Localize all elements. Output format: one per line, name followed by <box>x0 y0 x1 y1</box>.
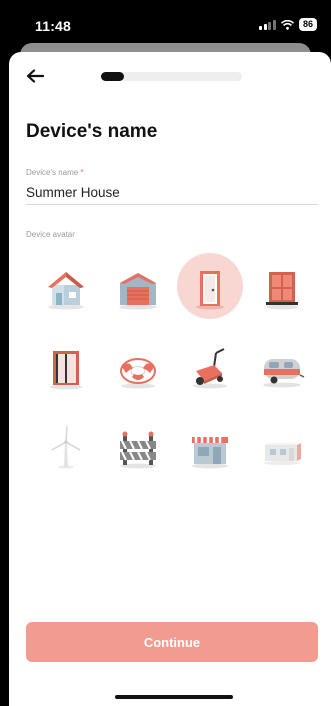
device-name-sheet: Device's name Device's name * Device ava… <box>9 52 331 706</box>
avatar-wind-turbine[interactable] <box>30 411 102 491</box>
avatar-sliding-door[interactable] <box>30 331 102 411</box>
device-name-input[interactable] <box>26 181 318 205</box>
avatar-lawn-mower[interactable] <box>174 331 246 411</box>
avatar-garage[interactable] <box>102 251 174 331</box>
device-name-label-text: Device's name <box>26 168 79 177</box>
status-bar: 11:48 86 <box>0 0 331 46</box>
sliding-door-icon <box>50 351 82 390</box>
home-indicator <box>115 695 233 699</box>
required-marker: * <box>80 168 84 177</box>
lifebuoy-icon <box>120 358 156 389</box>
caravan-icon <box>263 359 305 388</box>
back-button[interactable] <box>23 66 47 86</box>
avatar-caravan[interactable] <box>246 331 318 411</box>
shop-icon <box>192 437 228 469</box>
status-time: 11:48 <box>35 18 72 34</box>
wifi-icon <box>280 19 294 30</box>
status-icons: 86 <box>259 18 317 31</box>
continue-button[interactable]: Continue <box>26 622 318 662</box>
house-icon <box>48 272 84 310</box>
wind-turbine-icon <box>51 425 81 469</box>
avatar-shop[interactable] <box>174 411 246 491</box>
avatar-grid <box>30 251 318 491</box>
device-avatar-label: Device avatar <box>26 230 75 239</box>
lawn-mower-icon <box>193 348 227 389</box>
container-icon <box>264 443 301 465</box>
avatar-house[interactable] <box>30 251 102 331</box>
window-icon <box>266 272 298 310</box>
avatar-window[interactable] <box>246 251 318 331</box>
signal-icon <box>259 19 276 30</box>
door-icon <box>196 271 224 310</box>
progress-bar <box>101 72 242 81</box>
avatar-container[interactable] <box>246 411 318 491</box>
avatar-lifebuoy[interactable] <box>102 331 174 411</box>
arrow-left-icon <box>26 69 44 83</box>
progress-bar-fill <box>101 72 124 81</box>
avatar-barrier[interactable] <box>102 411 174 491</box>
barrier-icon <box>120 431 156 469</box>
device-name-label: Device's name * <box>26 168 84 177</box>
garage-icon <box>119 273 157 310</box>
battery-icon: 86 <box>298 18 317 31</box>
page-title: Device's name <box>26 121 158 142</box>
avatar-door[interactable] <box>174 251 246 331</box>
